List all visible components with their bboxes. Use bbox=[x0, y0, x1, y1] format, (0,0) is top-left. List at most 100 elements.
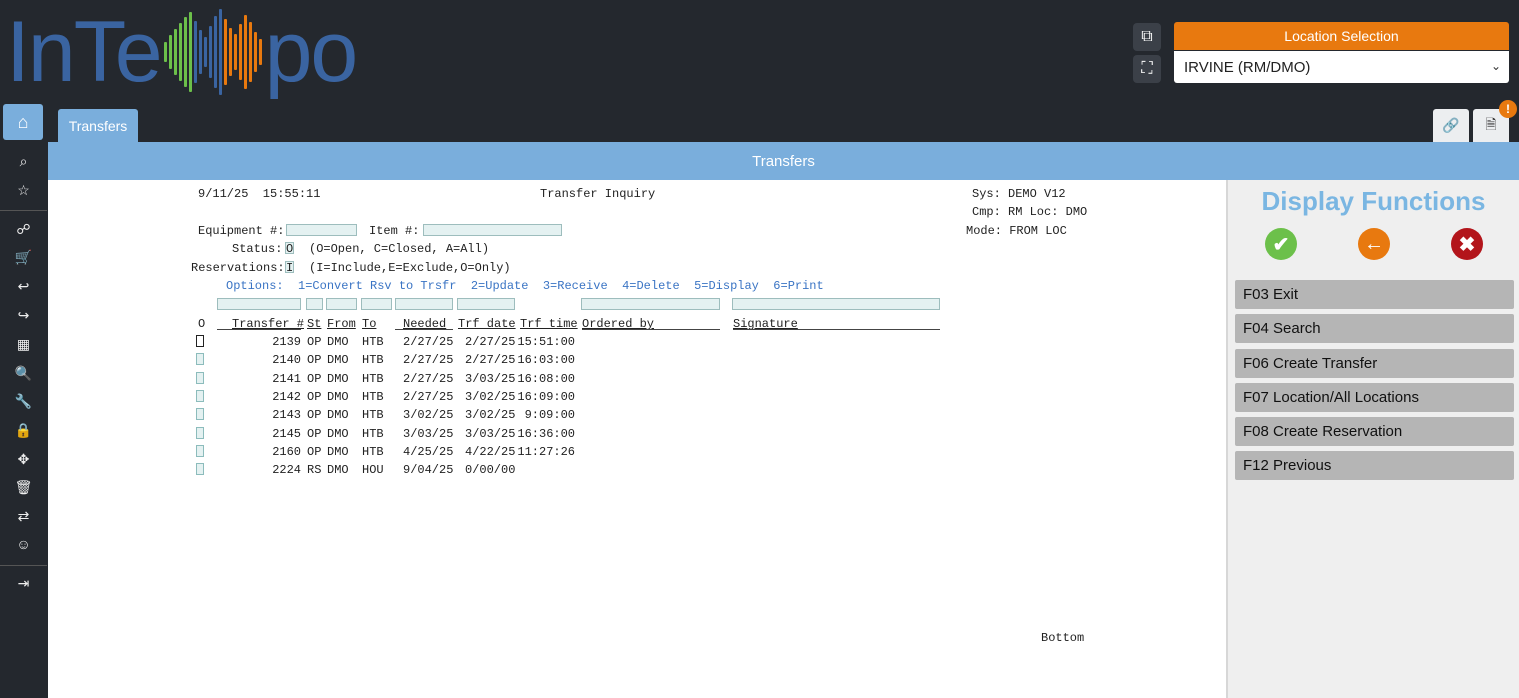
logout-icon[interactable]: ⇥ bbox=[0, 571, 47, 595]
logo-wave-bar bbox=[248, 22, 252, 82]
row-option-input[interactable] bbox=[196, 408, 204, 421]
logo-text-right: po bbox=[264, 4, 359, 100]
fullscreen-icon[interactable]: ⛶ bbox=[1133, 55, 1161, 83]
filter-status[interactable] bbox=[306, 298, 323, 310]
cell-needed: 2/27/25 bbox=[403, 335, 454, 349]
logo-wave-bar bbox=[253, 32, 257, 72]
f07-location-button[interactable]: F07 Location/All Locations bbox=[1235, 383, 1514, 412]
cell-transfer: 2141 bbox=[272, 371, 301, 386]
logo-wave-bar bbox=[233, 34, 237, 70]
filter-transfer[interactable] bbox=[217, 298, 301, 310]
forward-icon[interactable]: ↪ bbox=[0, 303, 47, 327]
wrench-icon[interactable]: 🔧 bbox=[0, 389, 47, 413]
return-icon[interactable]: ↩ bbox=[0, 274, 47, 298]
logo-wave-bar bbox=[218, 9, 222, 95]
cell-trf-date: 2/27/25 bbox=[465, 353, 516, 368]
row-option-input[interactable] bbox=[196, 426, 204, 439]
row-option-input[interactable] bbox=[196, 335, 204, 347]
row-option-input[interactable] bbox=[196, 389, 204, 402]
filter-trf-date[interactable] bbox=[457, 298, 515, 310]
logo-wave-bar bbox=[193, 21, 197, 83]
tab-transfers[interactable]: Transfers bbox=[58, 109, 138, 142]
location-select[interactable]: IRVINE (RM/DMO) ⌄ bbox=[1174, 51, 1509, 83]
link-tools-icon[interactable]: ☍ bbox=[0, 217, 47, 241]
logo-text-left: InTe bbox=[6, 4, 163, 100]
item-label: Item #: bbox=[369, 224, 420, 238]
location-selection-label: Location Selection bbox=[1174, 22, 1509, 50]
cell-from: DMO bbox=[327, 408, 349, 423]
cell-to: HTB bbox=[362, 426, 384, 441]
masks-icon[interactable]: ☺ bbox=[0, 532, 47, 556]
filter-signature[interactable] bbox=[732, 298, 940, 310]
cell-transfer: 2143 bbox=[272, 408, 301, 423]
filter-to[interactable] bbox=[361, 298, 392, 310]
f08-create-reservation-button[interactable]: F08 Create Reservation bbox=[1235, 417, 1514, 446]
cell-from: DMO bbox=[327, 426, 349, 441]
row-option-input[interactable] bbox=[196, 463, 204, 476]
notification-badge[interactable]: ! bbox=[1499, 100, 1517, 118]
reservations-help: (I=Include,E=Exclude,O=Only) bbox=[309, 261, 511, 275]
cell-needed: 4/25/25 bbox=[403, 444, 454, 459]
cell-trf-date: 3/03/25 bbox=[465, 371, 516, 386]
col-underline bbox=[582, 329, 720, 330]
document-search-icon[interactable]: 🔍 bbox=[0, 361, 47, 385]
item-input[interactable] bbox=[423, 224, 562, 236]
logo-wave-bar bbox=[223, 19, 227, 85]
filter-from[interactable] bbox=[326, 298, 357, 310]
row-option-input[interactable] bbox=[196, 444, 204, 457]
logo-wave-bar bbox=[173, 29, 177, 75]
logo-wave-bar bbox=[258, 39, 262, 65]
filter-ordered-by[interactable] bbox=[581, 298, 720, 310]
location-value: IRVINE (RM/DMO) bbox=[1184, 58, 1311, 76]
cell-st: OP bbox=[307, 389, 322, 404]
cart-icon[interactable]: 🛒 bbox=[0, 245, 47, 269]
calculator-icon[interactable]: ▦ bbox=[0, 332, 47, 356]
equipment-input[interactable] bbox=[286, 224, 357, 236]
window-icon[interactable]: ⧉ bbox=[1133, 23, 1161, 51]
trash-icon[interactable]: 🗑 bbox=[0, 475, 47, 499]
cell-trf-date: 0/00/00 bbox=[465, 463, 516, 478]
f03-exit-button[interactable]: F03 Exit bbox=[1235, 280, 1514, 309]
cell-from: DMO bbox=[327, 371, 349, 386]
f06-create-transfer-button[interactable]: F06 Create Transfer bbox=[1235, 349, 1514, 378]
filter-needed[interactable] bbox=[395, 298, 453, 310]
f12-previous-button[interactable]: F12 Previous bbox=[1235, 451, 1514, 480]
cell-transfer: 2145 bbox=[272, 426, 301, 441]
cell-trf-time: 11:27:26 bbox=[517, 444, 575, 459]
logo-wave-bar bbox=[238, 24, 242, 80]
cancel-icon[interactable]: ✖ bbox=[1451, 228, 1483, 260]
move-icon[interactable]: ✥ bbox=[0, 447, 47, 471]
cell-transfer: 2140 bbox=[272, 353, 301, 368]
col-underline bbox=[395, 329, 453, 330]
cell-transfer: 2160 bbox=[272, 444, 301, 459]
back-arrow-icon[interactable]: ← bbox=[1358, 228, 1390, 260]
search-icon[interactable]: ⌕ bbox=[0, 149, 47, 173]
link-icon[interactable]: 🔗 bbox=[1433, 109, 1469, 142]
col-trf-date: Trf date bbox=[458, 317, 516, 331]
status-label: Status: bbox=[232, 242, 283, 256]
sidebar: ⌂ ⌕ ☆ ☍ 🛒 ↩ ↪ ▦ 🔍 🔧 🔒 ✥ 🗑 ⇄ ☺ ⇥ bbox=[0, 104, 47, 698]
cell-trf-date: 2/27/25 bbox=[465, 335, 516, 349]
screen-title: Transfer Inquiry bbox=[540, 187, 656, 201]
logo-wave-bar bbox=[178, 23, 182, 81]
cell-needed: 2/27/25 bbox=[403, 389, 454, 404]
status-help: (O=Open, C=Closed, A=All) bbox=[309, 242, 490, 256]
repeat-icon[interactable]: ⇄ bbox=[0, 504, 47, 528]
row-option-input[interactable] bbox=[196, 353, 204, 366]
cell-to: HTB bbox=[362, 371, 384, 386]
check-icon[interactable]: ✔ bbox=[1265, 228, 1297, 260]
home-icon[interactable]: ⌂ bbox=[3, 104, 43, 140]
cell-st: OP bbox=[307, 335, 322, 349]
cell-needed: 3/02/25 bbox=[403, 408, 454, 423]
row-option-input[interactable] bbox=[196, 371, 204, 384]
logo-wave-bar bbox=[183, 17, 187, 87]
cell-trf-date: 3/02/25 bbox=[465, 389, 516, 404]
lock-icon[interactable]: 🔒 bbox=[0, 418, 47, 442]
cell-needed: 2/27/25 bbox=[403, 353, 454, 368]
star-icon[interactable]: ☆ bbox=[0, 178, 47, 202]
cell-st: OP bbox=[307, 444, 322, 459]
f04-search-button[interactable]: F04 Search bbox=[1235, 314, 1514, 343]
cell-trf-date: 3/02/25 bbox=[465, 408, 516, 423]
cell-to: HOU bbox=[362, 463, 384, 478]
equipment-label: Equipment #: bbox=[198, 224, 285, 238]
